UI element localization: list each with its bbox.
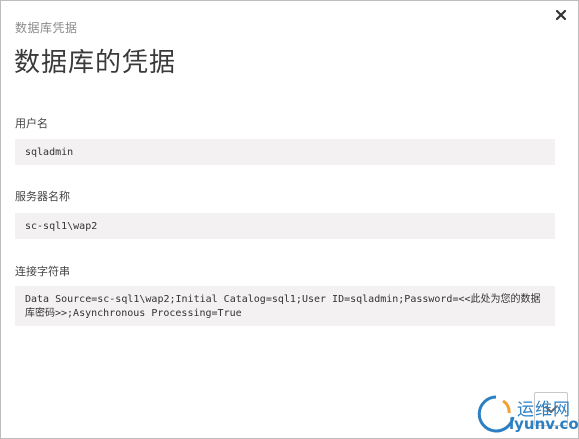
username-label: 用户名 (15, 117, 48, 130)
username-field[interactable]: sqladmin (15, 139, 555, 165)
expand-icon (545, 406, 557, 413)
server-name-label: 服务器名称 (15, 190, 70, 203)
close-icon (556, 10, 566, 20)
watermark-logo-icon (477, 395, 515, 433)
server-name-field[interactable]: sc-sql1\wap2 (15, 213, 555, 239)
connection-string-label: 连接字符串 (15, 265, 70, 278)
expand-button[interactable] (534, 392, 568, 426)
close-button[interactable] (553, 7, 569, 23)
dialog-frame: 数据库凭据 数据库的凭据 用户名 sqladmin 服务器名称 sc-sql1\… (0, 0, 579, 439)
breadcrumb: 数据库凭据 (15, 21, 78, 35)
page-title: 数据库的凭据 (14, 48, 177, 78)
connection-string-field[interactable]: Data Source=sc-sql1\wap2;Initial Catalog… (15, 286, 555, 326)
